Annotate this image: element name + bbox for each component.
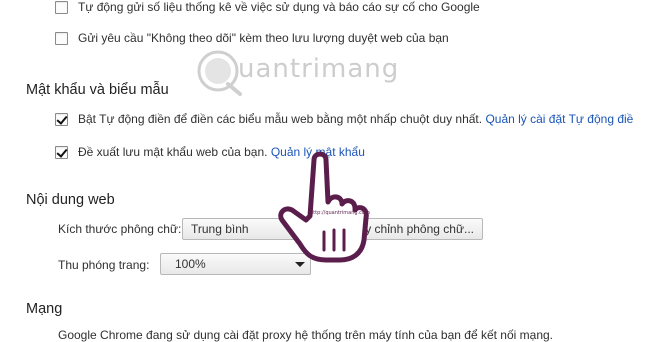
pointing-hand-cursor: http://quantrimang.com bbox=[266, 150, 376, 265]
pointing-hand-icon bbox=[278, 151, 369, 263]
watermark-logo: uantrimang bbox=[188, 46, 418, 96]
web-content-section-title: Nội dung web bbox=[26, 192, 115, 208]
usage-stats-checkbox[interactable] bbox=[55, 1, 68, 14]
manage-autofill-link[interactable]: Quản lý cài đặt Tự động điề bbox=[485, 112, 633, 126]
autofill-text: Bật Tự động điền để điền các biểu mẫu we… bbox=[78, 112, 483, 126]
page-zoom-label: Thu phóng trang: bbox=[58, 258, 150, 272]
passwords-section-title: Mật khẩu và biểu mẫu bbox=[26, 82, 169, 98]
autofill-checkbox[interactable] bbox=[55, 113, 68, 126]
usage-stats-label: Tự động gửi số liệu thống kê về việc sử … bbox=[78, 0, 480, 14]
network-section-title: Mạng bbox=[26, 301, 63, 317]
autofill-label: Bật Tự động điền để điền các biểu mẫu we… bbox=[78, 112, 633, 126]
font-size-value: Trung bình bbox=[191, 222, 249, 236]
do-not-track-checkbox[interactable] bbox=[55, 32, 68, 45]
cursor-caption: http://quantrimang.com bbox=[310, 210, 370, 216]
save-passwords-text: Đề xuất lưu mật khẩu web của bạn. bbox=[78, 145, 268, 159]
save-passwords-checkbox[interactable] bbox=[55, 146, 68, 159]
font-size-label: Kích thước phông chữ: bbox=[58, 222, 182, 236]
watermark-brand: uantrimang bbox=[238, 54, 400, 84]
page-zoom-value: 100% bbox=[175, 257, 206, 271]
do-not-track-label: Gửi yêu cầu "Không theo dõi" kèm theo lư… bbox=[78, 31, 449, 45]
